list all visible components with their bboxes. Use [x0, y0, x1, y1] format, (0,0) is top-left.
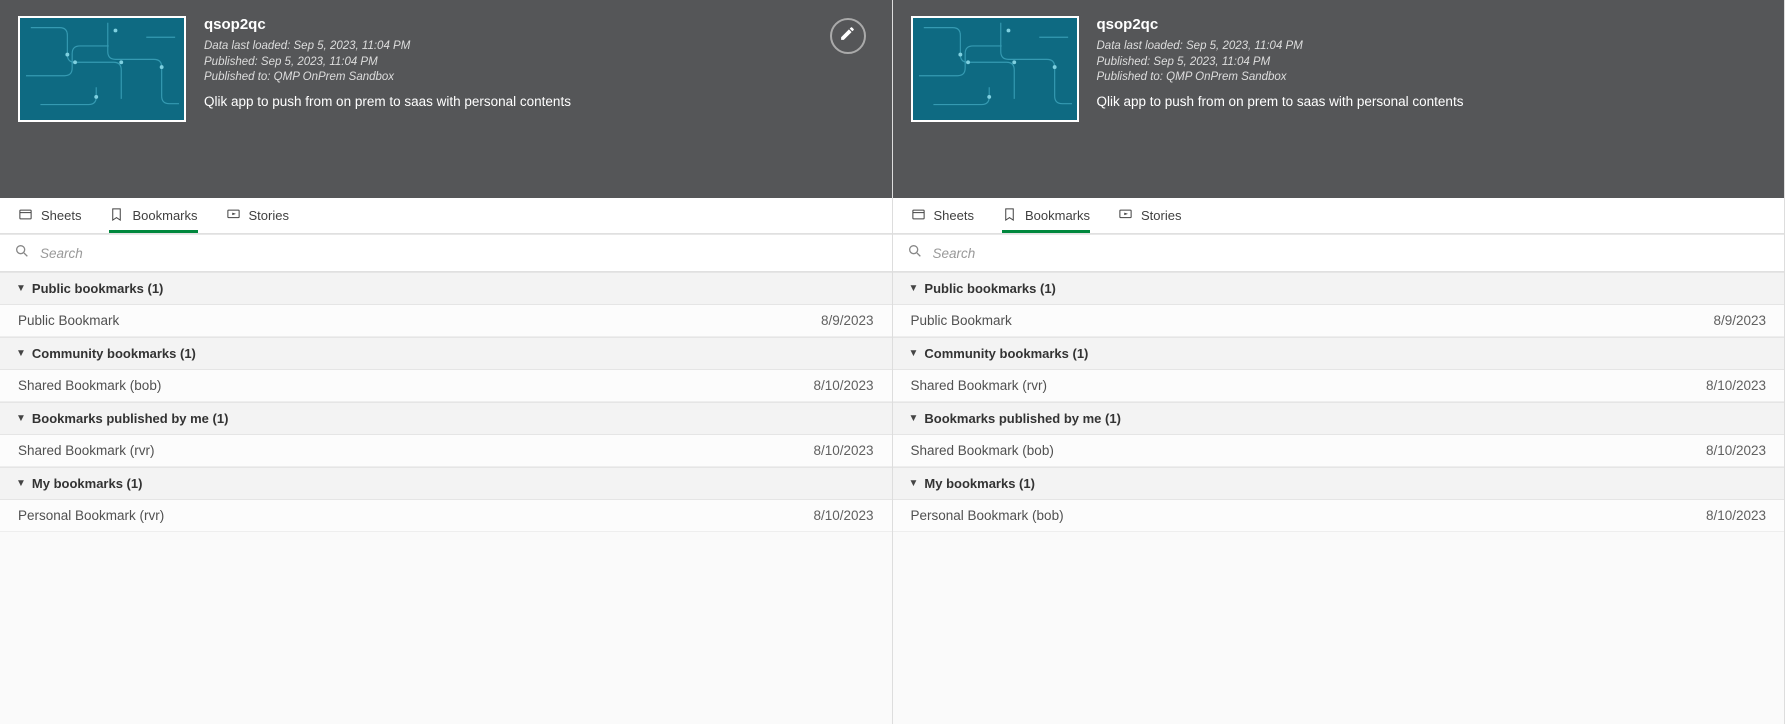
app-thumbnail	[911, 16, 1079, 122]
section-header-my-bookmarks[interactable]: ▼ My bookmarks (1)	[893, 467, 1785, 500]
bookmark-date: 8/10/2023	[813, 443, 873, 458]
tab-label: Sheets	[41, 208, 81, 223]
app-meta: qsop2qc Data last loaded: Sep 5, 2023, 1…	[1097, 16, 1767, 182]
bookmark-name: Shared Bookmark (rvr)	[18, 443, 155, 458]
section-title: Community bookmarks (1)	[924, 346, 1088, 361]
tab-label: Stories	[249, 208, 289, 223]
section-header-my-bookmarks[interactable]: ▼ My bookmarks (1)	[0, 467, 892, 500]
tab-bookmarks[interactable]: Bookmarks	[109, 198, 197, 233]
app-title: qsop2qc	[204, 16, 874, 33]
section-header-published-by-me[interactable]: ▼ Bookmarks published by me (1)	[893, 402, 1785, 435]
bookmark-name: Shared Bookmark (bob)	[911, 443, 1054, 458]
bookmark-name: Shared Bookmark (rvr)	[911, 378, 1048, 393]
section-header-public[interactable]: ▼ Public bookmarks (1)	[893, 272, 1785, 305]
meta-published-to: Published to: QMP OnPrem Sandbox	[1097, 70, 1767, 86]
app-thumbnail	[18, 16, 186, 122]
chevron-down-icon: ▼	[909, 283, 919, 294]
meta-published-to: Published to: QMP OnPrem Sandbox	[204, 70, 874, 86]
section-title: Community bookmarks (1)	[32, 346, 196, 361]
section-title: My bookmarks (1)	[924, 476, 1035, 491]
pencil-icon	[839, 25, 856, 47]
section-header-public[interactable]: ▼ Public bookmarks (1)	[0, 272, 892, 305]
bookmark-list: ▼ Public bookmarks (1) Public Bookmark 8…	[893, 272, 1785, 724]
bookmark-row[interactable]: Personal Bookmark (rvr) 8/10/2023	[0, 500, 892, 532]
section-title: Public bookmarks (1)	[32, 281, 163, 296]
edit-button[interactable]	[830, 18, 866, 54]
bookmark-date: 8/10/2023	[813, 378, 873, 393]
right-pane: qsop2qc Data last loaded: Sep 5, 2023, 1…	[893, 0, 1785, 724]
search-bar	[0, 234, 892, 272]
bookmark-name: Personal Bookmark (rvr)	[18, 508, 164, 523]
tab-label: Bookmarks	[132, 208, 197, 223]
tab-stories[interactable]: Stories	[1118, 198, 1181, 233]
stories-icon	[1118, 207, 1133, 225]
bookmark-row[interactable]: Shared Bookmark (bob) 8/10/2023	[0, 370, 892, 402]
tab-label: Sheets	[934, 208, 974, 223]
bookmark-icon	[1002, 207, 1017, 225]
bookmark-date: 8/9/2023	[821, 313, 874, 328]
chevron-down-icon: ▼	[909, 413, 919, 424]
left-pane: qsop2qc Data last loaded: Sep 5, 2023, 1…	[0, 0, 893, 724]
app-meta: qsop2qc Data last loaded: Sep 5, 2023, 1…	[204, 16, 874, 182]
bookmark-date: 8/10/2023	[1706, 443, 1766, 458]
app-header: qsop2qc Data last loaded: Sep 5, 2023, 1…	[893, 0, 1785, 198]
chevron-down-icon: ▼	[16, 478, 26, 489]
app-description: Qlik app to push from on prem to saas wi…	[1097, 94, 1767, 109]
bookmark-name: Public Bookmark	[911, 313, 1012, 328]
stories-icon	[226, 207, 241, 225]
chevron-down-icon: ▼	[909, 348, 919, 359]
chevron-down-icon: ▼	[16, 348, 26, 359]
tab-stories[interactable]: Stories	[226, 198, 289, 233]
search-input[interactable]	[923, 246, 1771, 261]
bookmark-date: 8/10/2023	[1706, 378, 1766, 393]
section-header-published-by-me[interactable]: ▼ Bookmarks published by me (1)	[0, 402, 892, 435]
section-title: Public bookmarks (1)	[924, 281, 1055, 296]
bookmark-name: Public Bookmark	[18, 313, 119, 328]
bookmark-date: 8/10/2023	[813, 508, 873, 523]
chevron-down-icon: ▼	[909, 478, 919, 489]
search-icon	[907, 243, 923, 264]
bookmark-row[interactable]: Shared Bookmark (rvr) 8/10/2023	[0, 435, 892, 467]
bookmark-name: Personal Bookmark (bob)	[911, 508, 1064, 523]
bookmark-date: 8/9/2023	[1713, 313, 1766, 328]
sheets-icon	[911, 207, 926, 225]
chevron-down-icon: ▼	[16, 283, 26, 294]
bookmark-list: ▼ Public bookmarks (1) Public Bookmark 8…	[0, 272, 892, 724]
app-title: qsop2qc	[1097, 16, 1767, 33]
bookmark-icon	[109, 207, 124, 225]
sheets-icon	[18, 207, 33, 225]
section-title: Bookmarks published by me (1)	[32, 411, 229, 426]
search-icon	[14, 243, 30, 264]
bookmark-name: Shared Bookmark (bob)	[18, 378, 161, 393]
tab-bar: Sheets Bookmarks Stories	[893, 198, 1785, 234]
section-title: Bookmarks published by me (1)	[924, 411, 1121, 426]
tab-sheets[interactable]: Sheets	[911, 198, 974, 233]
section-header-community[interactable]: ▼ Community bookmarks (1)	[893, 337, 1785, 370]
bookmark-row[interactable]: Personal Bookmark (bob) 8/10/2023	[893, 500, 1785, 532]
bookmark-row[interactable]: Shared Bookmark (rvr) 8/10/2023	[893, 370, 1785, 402]
tab-bar: Sheets Bookmarks Stories	[0, 198, 892, 234]
tab-label: Bookmarks	[1025, 208, 1090, 223]
search-input[interactable]	[30, 246, 878, 261]
tab-sheets[interactable]: Sheets	[18, 198, 81, 233]
chevron-down-icon: ▼	[16, 413, 26, 424]
tab-label: Stories	[1141, 208, 1181, 223]
tab-bookmarks[interactable]: Bookmarks	[1002, 198, 1090, 233]
section-title: My bookmarks (1)	[32, 476, 143, 491]
meta-published: Published: Sep 5, 2023, 11:04 PM	[204, 55, 874, 71]
bookmark-row[interactable]: Public Bookmark 8/9/2023	[893, 305, 1785, 337]
bookmark-row[interactable]: Shared Bookmark (bob) 8/10/2023	[893, 435, 1785, 467]
app-header: qsop2qc Data last loaded: Sep 5, 2023, 1…	[0, 0, 892, 198]
meta-loaded: Data last loaded: Sep 5, 2023, 11:04 PM	[1097, 39, 1767, 55]
section-header-community[interactable]: ▼ Community bookmarks (1)	[0, 337, 892, 370]
meta-published: Published: Sep 5, 2023, 11:04 PM	[1097, 55, 1767, 71]
app-description: Qlik app to push from on prem to saas wi…	[204, 94, 874, 109]
meta-loaded: Data last loaded: Sep 5, 2023, 11:04 PM	[204, 39, 874, 55]
bookmark-row[interactable]: Public Bookmark 8/9/2023	[0, 305, 892, 337]
bookmark-date: 8/10/2023	[1706, 508, 1766, 523]
search-bar	[893, 234, 1785, 272]
